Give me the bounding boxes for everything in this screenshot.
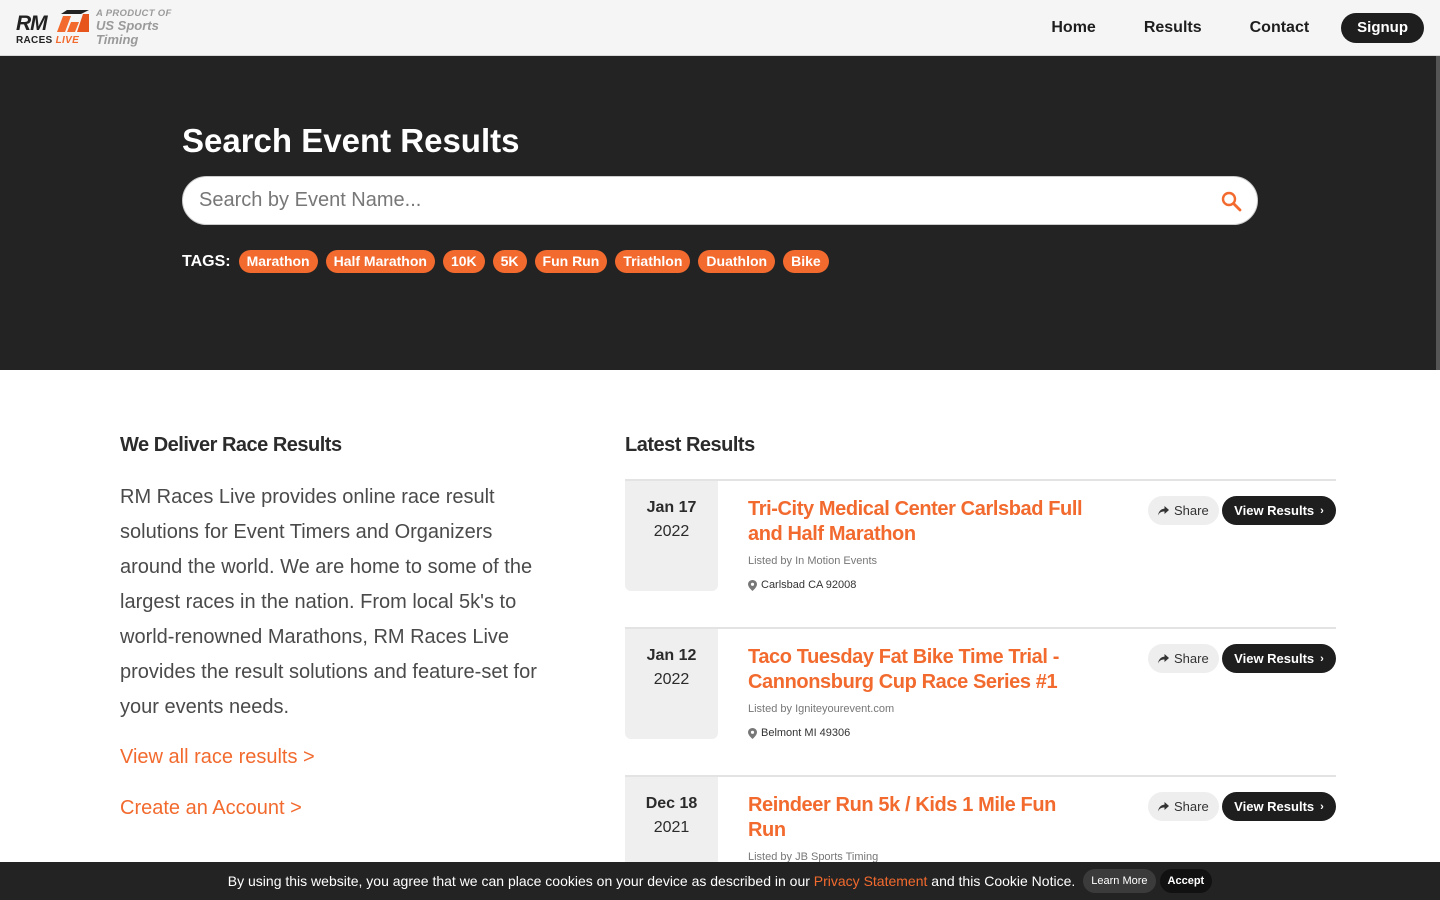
share-button[interactable]: Share [1148, 792, 1219, 821]
tag-marathon[interactable]: Marathon [238, 250, 318, 273]
event-year: 2022 [653, 671, 690, 688]
search-box [182, 176, 1258, 225]
page-title: Search Event Results [182, 122, 520, 159]
view-results-button[interactable]: View Results › [1222, 496, 1336, 525]
cookie-banner: By using this website, you agree that we… [0, 862, 1440, 900]
about-text: RM Races Live provides online race resul… [120, 486, 537, 718]
nav-home-link[interactable]: Home [1051, 19, 1095, 37]
hero-section: Search Event Results TAGS: Marathon Half… [0, 56, 1440, 370]
privacy-statement-link[interactable]: Privacy Statement [814, 873, 928, 889]
search-input[interactable] [199, 177, 1199, 224]
logo-bars-icon [57, 10, 89, 32]
product-of-text: A PRODUCT OF US Sports Timing [96, 8, 172, 47]
result-card: Jan 12 2022 Taco Tuesday Fat Bike Time T… [625, 627, 1336, 775]
cookie-text: By using this website, you agree that we… [227, 873, 1076, 889]
event-title-link[interactable]: Tri-City Medical Center Carlsbad Full an… [748, 497, 1088, 547]
nav-contact-link[interactable]: Contact [1250, 19, 1310, 37]
accept-cookies-button[interactable]: Accept [1159, 869, 1213, 893]
tag-fun-run[interactable]: Fun Run [534, 250, 608, 273]
share-button[interactable]: Share [1148, 644, 1219, 673]
tag-half-marathon[interactable]: Half Marathon [325, 250, 435, 273]
event-listed-by: Listed by Igniteyourevent.com [748, 703, 895, 715]
logo-subtext: RACES LIVE [16, 35, 80, 46]
page-scrollbar[interactable] [1436, 56, 1440, 370]
learn-more-button[interactable]: Learn More [1083, 869, 1156, 893]
rm-races-live-logo[interactable]: RM RACES LIVE [16, 8, 90, 48]
event-listed-by: Listed by In Motion Events [748, 555, 878, 567]
event-month-day: Jan 17 [646, 499, 697, 516]
event-month-day: Jan 12 [646, 647, 697, 664]
view-all-results-link[interactable]: View all race results > [120, 746, 315, 769]
event-location: Carlsbad CA 92008 [748, 579, 856, 591]
result-card: Jan 17 2022 Tri-City Medical Center Carl… [625, 479, 1336, 627]
chevron-right-icon: › [1320, 800, 1324, 813]
tag-triathlon[interactable]: Triathlon [615, 250, 691, 273]
event-month-day: Dec 18 [645, 795, 698, 812]
tag-duathlon[interactable]: Duathlon [698, 250, 776, 273]
share-arrow-icon [1158, 653, 1169, 663]
view-results-button[interactable]: View Results › [1222, 792, 1336, 821]
search-icon[interactable] [1219, 189, 1243, 213]
tags-label: TAGS: [182, 252, 231, 270]
map-pin-icon [748, 727, 757, 739]
tag-list: TAGS: Marathon Half Marathon 10K 5K Fun … [182, 250, 837, 273]
event-location: Belmont MI 49306 [748, 727, 850, 739]
main-nav: Home Results Contact Signup [1051, 0, 1440, 56]
event-date: Jan 12 2022 [625, 629, 718, 739]
latest-results-title: Latest Results [625, 434, 755, 456]
about-title: We Deliver Race Results [120, 434, 342, 456]
tag-10k[interactable]: 10K [442, 250, 485, 273]
view-results-button[interactable]: View Results › [1222, 644, 1336, 673]
event-year: 2022 [653, 523, 690, 540]
site-header: RM RACES LIVE A PRODUCT OF US Sports Tim… [0, 0, 1440, 56]
event-title-link[interactable]: Reindeer Run 5k / Kids 1 Mile Fun Run [748, 793, 1088, 843]
nav-results-link[interactable]: Results [1144, 19, 1202, 37]
logo-text: RM [16, 12, 48, 35]
map-pin-icon [748, 579, 757, 591]
share-button[interactable]: Share [1148, 496, 1219, 525]
tag-bike[interactable]: Bike [783, 250, 829, 273]
chevron-right-icon: › [1320, 652, 1324, 665]
create-account-link[interactable]: Create an Account > [120, 797, 302, 820]
event-title-link[interactable]: Taco Tuesday Fat Bike Time Trial - Canno… [748, 645, 1088, 695]
event-year: 2021 [653, 819, 690, 836]
share-arrow-icon [1158, 505, 1169, 515]
event-date: Jan 17 2022 [625, 481, 718, 591]
share-arrow-icon [1158, 801, 1169, 811]
chevron-right-icon: › [1320, 504, 1324, 517]
signup-button[interactable]: Signup [1341, 13, 1424, 43]
tag-5k[interactable]: 5K [492, 250, 527, 273]
